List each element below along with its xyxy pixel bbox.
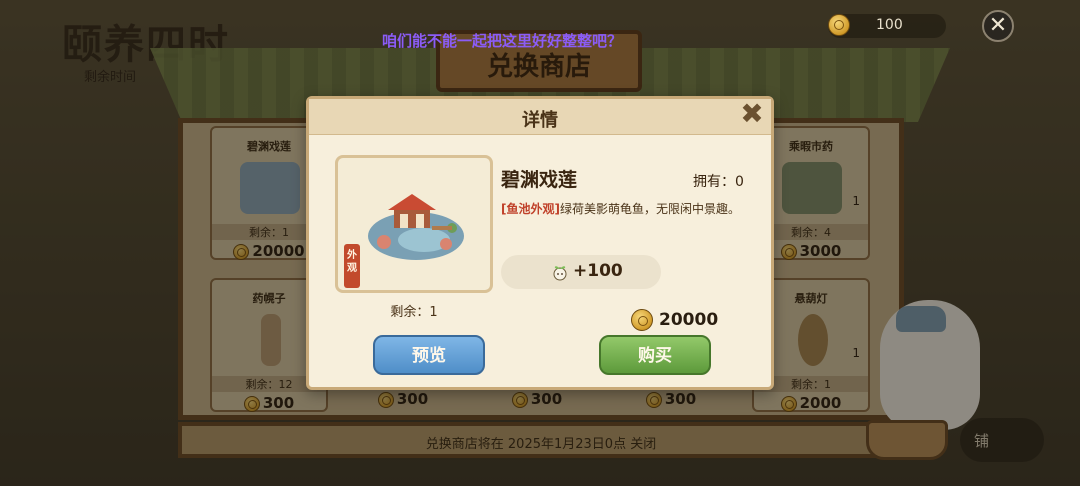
shop-item-qty: 1	[852, 346, 860, 360]
item-price: 20000	[659, 310, 719, 330]
dialog-title: 详情	[522, 110, 558, 131]
wash-tub	[866, 420, 948, 460]
pavilion-thumb	[240, 162, 300, 214]
coin-icon	[645, 391, 662, 408]
shop-side-button[interactable]: 铺	[960, 418, 1044, 462]
currency-bar: 100	[828, 14, 946, 38]
shop-item-price: 300	[212, 394, 326, 412]
owned-count: 拥有：0	[693, 174, 744, 190]
coin-icon	[511, 391, 528, 408]
item-description: [鱼池外观]绿荷美影萌龟鱼，无限闲中景趣。	[501, 201, 757, 218]
coin-icon	[377, 391, 394, 408]
shop-item-price: 2000	[754, 394, 868, 412]
pond-pavilion-image	[368, 194, 464, 260]
reward-pill: +100	[501, 255, 661, 289]
item-name: 碧渊戏莲	[501, 169, 578, 191]
coin-icon	[631, 309, 653, 331]
currency-amount: 100	[876, 17, 903, 33]
shop-item-price[interactable]: 300	[612, 390, 730, 408]
shop-item-qty: 1	[852, 194, 860, 208]
reward-value: +100	[573, 261, 623, 281]
item-detail-dialog: 详情 ✖ 外观 剩余：1 碧渊戏莲 拥有：0 [鱼池外观]绿荷美影萌龟鱼，无限闲…	[306, 96, 774, 390]
coin-icon	[780, 243, 797, 260]
sprout-icon	[553, 266, 567, 281]
shop-closing-notice: 兑换商店将在 2025年1月23日0点 关闭	[425, 437, 657, 452]
item-remaining: 剩余：1	[390, 305, 438, 320]
close-icon[interactable]: ✕	[982, 10, 1014, 42]
description-tag: [鱼池外观]	[501, 202, 560, 216]
appearance-tag: 外观	[344, 244, 360, 288]
shop-item-price[interactable]: 300	[344, 390, 462, 408]
shop-title: 兑换商店	[486, 52, 591, 82]
preview-button[interactable]: 预览	[373, 335, 485, 375]
description-text: 绿荷美影萌龟鱼，无限闲中景趣。	[559, 202, 740, 216]
dialog-header: 详情 ✖	[309, 97, 771, 135]
buy-button[interactable]: 购买	[599, 335, 711, 375]
shop-footer: 兑换商店将在 2025年1月23日0点 关闭	[178, 422, 904, 458]
coin-icon	[233, 243, 250, 260]
scrolling-marquee: 咱们能不能一起把这里好好整整吧？	[382, 32, 623, 50]
remain-time-label: 剩余时间	[84, 70, 137, 85]
radish-towel	[896, 306, 946, 332]
banner-pole-thumb	[261, 314, 281, 366]
gourd-lamp-thumb	[798, 314, 828, 366]
coin-icon	[780, 395, 797, 412]
shop-item-price[interactable]: 300	[478, 390, 596, 408]
side-button-label: 铺	[974, 432, 990, 450]
dialog-close-icon[interactable]: ✖	[737, 97, 767, 131]
coin-icon	[828, 14, 850, 36]
market-thumb	[782, 162, 842, 214]
item-preview-frame: 外观	[335, 155, 493, 293]
coin-icon	[243, 395, 260, 412]
